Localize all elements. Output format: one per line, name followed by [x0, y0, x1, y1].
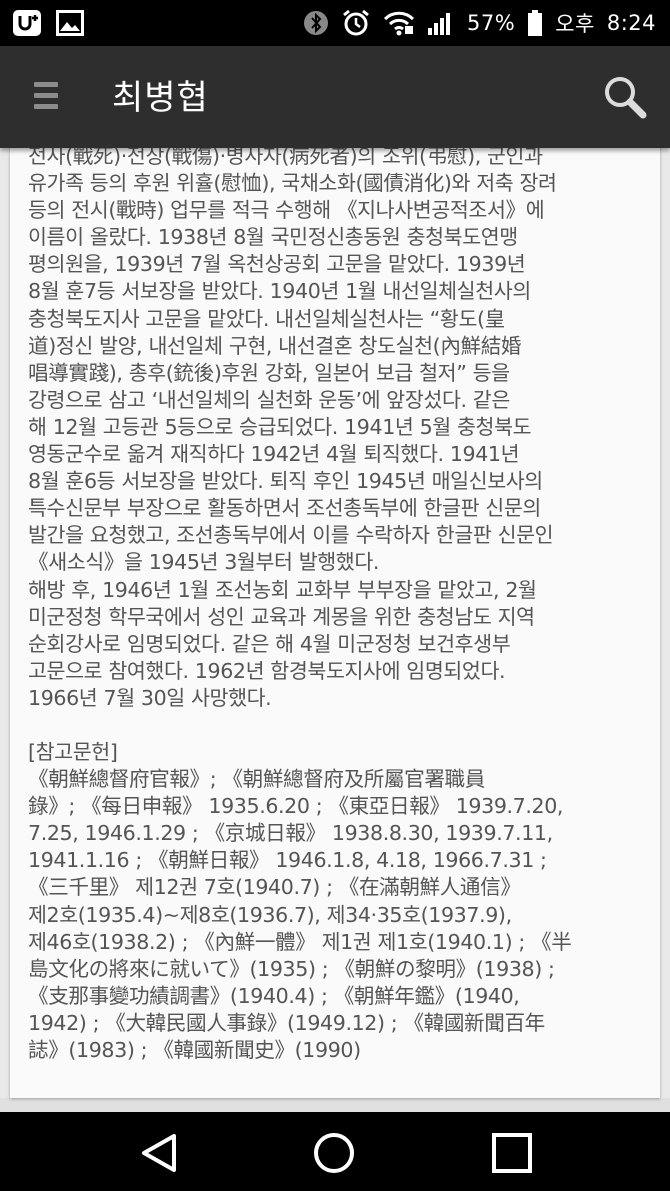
- article-line: 충청북도지사 고문을 맡았다. 내선일체실천사는 “황도(皇: [28, 306, 505, 331]
- wifi-icon: [383, 10, 415, 36]
- article-line: 순회강사로 임명되었다. 같은 해 4월 미군정청 보건후생부: [28, 631, 511, 656]
- reference-line: 7.25, 1946.1.29 ; 《京城日報》 1938.8.30, 1939…: [28, 821, 553, 846]
- signal-icon: [427, 10, 455, 36]
- article-line: 《새소식》을 1945년 3월부터 발행했다.: [28, 550, 380, 575]
- bluetooth-icon: [303, 10, 329, 36]
- recents-icon[interactable]: [491, 1132, 533, 1174]
- article-line: 특수신문부 부장으로 활동하면서 조선총독부에 한글판 신문의: [28, 496, 541, 521]
- time-prefix: 오후: [555, 12, 595, 36]
- article-line: 이름이 올랐다. 1938년 8월 국민정신총동원 충청북도연맹: [28, 225, 518, 250]
- battery-percent: 57%: [467, 11, 516, 35]
- card-footer-gap: [0, 1098, 670, 1112]
- menu-icon[interactable]: [34, 82, 58, 112]
- article-line: 8월 훈6등 서보장을 받았다. 퇴직 후인 1945년 매일신보사의: [28, 469, 543, 494]
- reference-line: 1941.1.16 ; 《朝鮮日報》 1946.1.8, 4.18, 1966.…: [28, 848, 547, 873]
- article-card: 전사(戰死)·전상(戰傷)·병사자(病死者)의 조위(弔慰), 군인과 유가족 …: [10, 120, 660, 1098]
- article-line: 해 12월 고등관 5등으로 승급되었다. 1941년 5월 충청북도: [28, 414, 532, 439]
- references-heading: [참고문헌]: [28, 739, 118, 764]
- navigation-bar: [0, 1112, 670, 1191]
- article-line: 8월 훈7등 서보장을 받았다. 1940년 1월 내선일체실천사의: [28, 279, 531, 304]
- article-line: 해방 후, 1946년 1월 조선농회 교화부 부부장을 맡았고, 2월: [28, 577, 537, 602]
- article-line: 미군정청 학무국에서 성인 교육과 계몽을 위한 충청남도 지역: [28, 604, 535, 629]
- page-title: 최병협: [112, 78, 209, 118]
- home-icon[interactable]: [313, 1132, 355, 1174]
- article-line: 唱導實踐), 총후(銃後)후원 강화, 일본어 보급 철저” 등을: [28, 360, 510, 385]
- reference-line: 《支那事變功績調書》(1940.4) ; 《朝鮮年鑑》(1940,: [28, 983, 520, 1008]
- article-content: 전사(戰死)·전상(戰傷)·병사자(病死者)의 조위(弔慰), 군인과 유가족 …: [28, 143, 652, 1064]
- reference-line: 제2호(1935.4)~제8호(1936.7), 제34·35호(1937.9)…: [28, 902, 512, 927]
- reference-line: 1942) ; 《大韓民國人事錄》(1949.12) ; 《韓國新聞百年: [28, 1010, 545, 1035]
- app-toolbar: 최병협: [0, 46, 670, 148]
- reference-line: 誌》(1983) ; 《韓國新聞史》(1990): [28, 1038, 361, 1062]
- article-line: 道)정신 발양, 내선일체 구현, 내선결혼 창도실천(內鮮結婚: [28, 333, 522, 358]
- reference-line: 島文化の將來に就いて》(1935) ; 《朝鮮の黎明》(1938) ;: [28, 956, 555, 981]
- article-line: 강령으로 삼고 ‘내선일체의 실천화 운동’에 앞장섰다. 같은: [28, 387, 510, 412]
- reference-line: 《三千里》 제12권 7호(1940.7) ; 《在滿朝鮮人通信》: [28, 875, 521, 900]
- u-plus-icon: [12, 9, 42, 37]
- article-line: 평의원을, 1939년 7월 옥천상공회 고문을 맡았다. 1939년: [28, 252, 526, 277]
- article-line: 1966년 7월 30일 사망했다.: [28, 685, 272, 710]
- search-icon[interactable]: [602, 74, 648, 120]
- image-icon: [56, 10, 84, 36]
- battery-icon: [527, 9, 543, 37]
- clock: 8:24: [606, 11, 656, 35]
- reference-line: 錄》; 《每日申報》 1935.6.20 ; 《東亞日報》 1939.7.20,: [28, 794, 564, 819]
- status-bar: 57% 오후 8:24: [0, 0, 670, 46]
- article-line: 영동군수로 옮겨 재직하다 1942년 4월 퇴직했다. 1941년: [28, 442, 520, 467]
- article-line: 유가족 등의 후원 위휼(慰恤), 국채소화(國債消化)와 저축 장려: [28, 171, 557, 196]
- article-line: 고문으로 참여했다. 1962년 함경북도지사에 임명되었다.: [28, 658, 506, 683]
- reference-line: 《朝鮮總督府官報》; 《朝鮮總督府及所屬官署職員: [28, 767, 485, 792]
- reference-line: 제46호(1938.2) ; 《內鮮一體》 제1권 제1호(1940.1) ; …: [28, 929, 572, 954]
- back-icon[interactable]: [138, 1132, 180, 1174]
- article-line: 발간을 요청했고, 조선총독부에서 이를 수락하자 한글판 신문인: [28, 523, 554, 548]
- article-line: 등의 전시(戰時) 업무를 적극 수행해 《지나사변공적조서》에: [28, 198, 545, 223]
- alarm-icon: [341, 8, 371, 38]
